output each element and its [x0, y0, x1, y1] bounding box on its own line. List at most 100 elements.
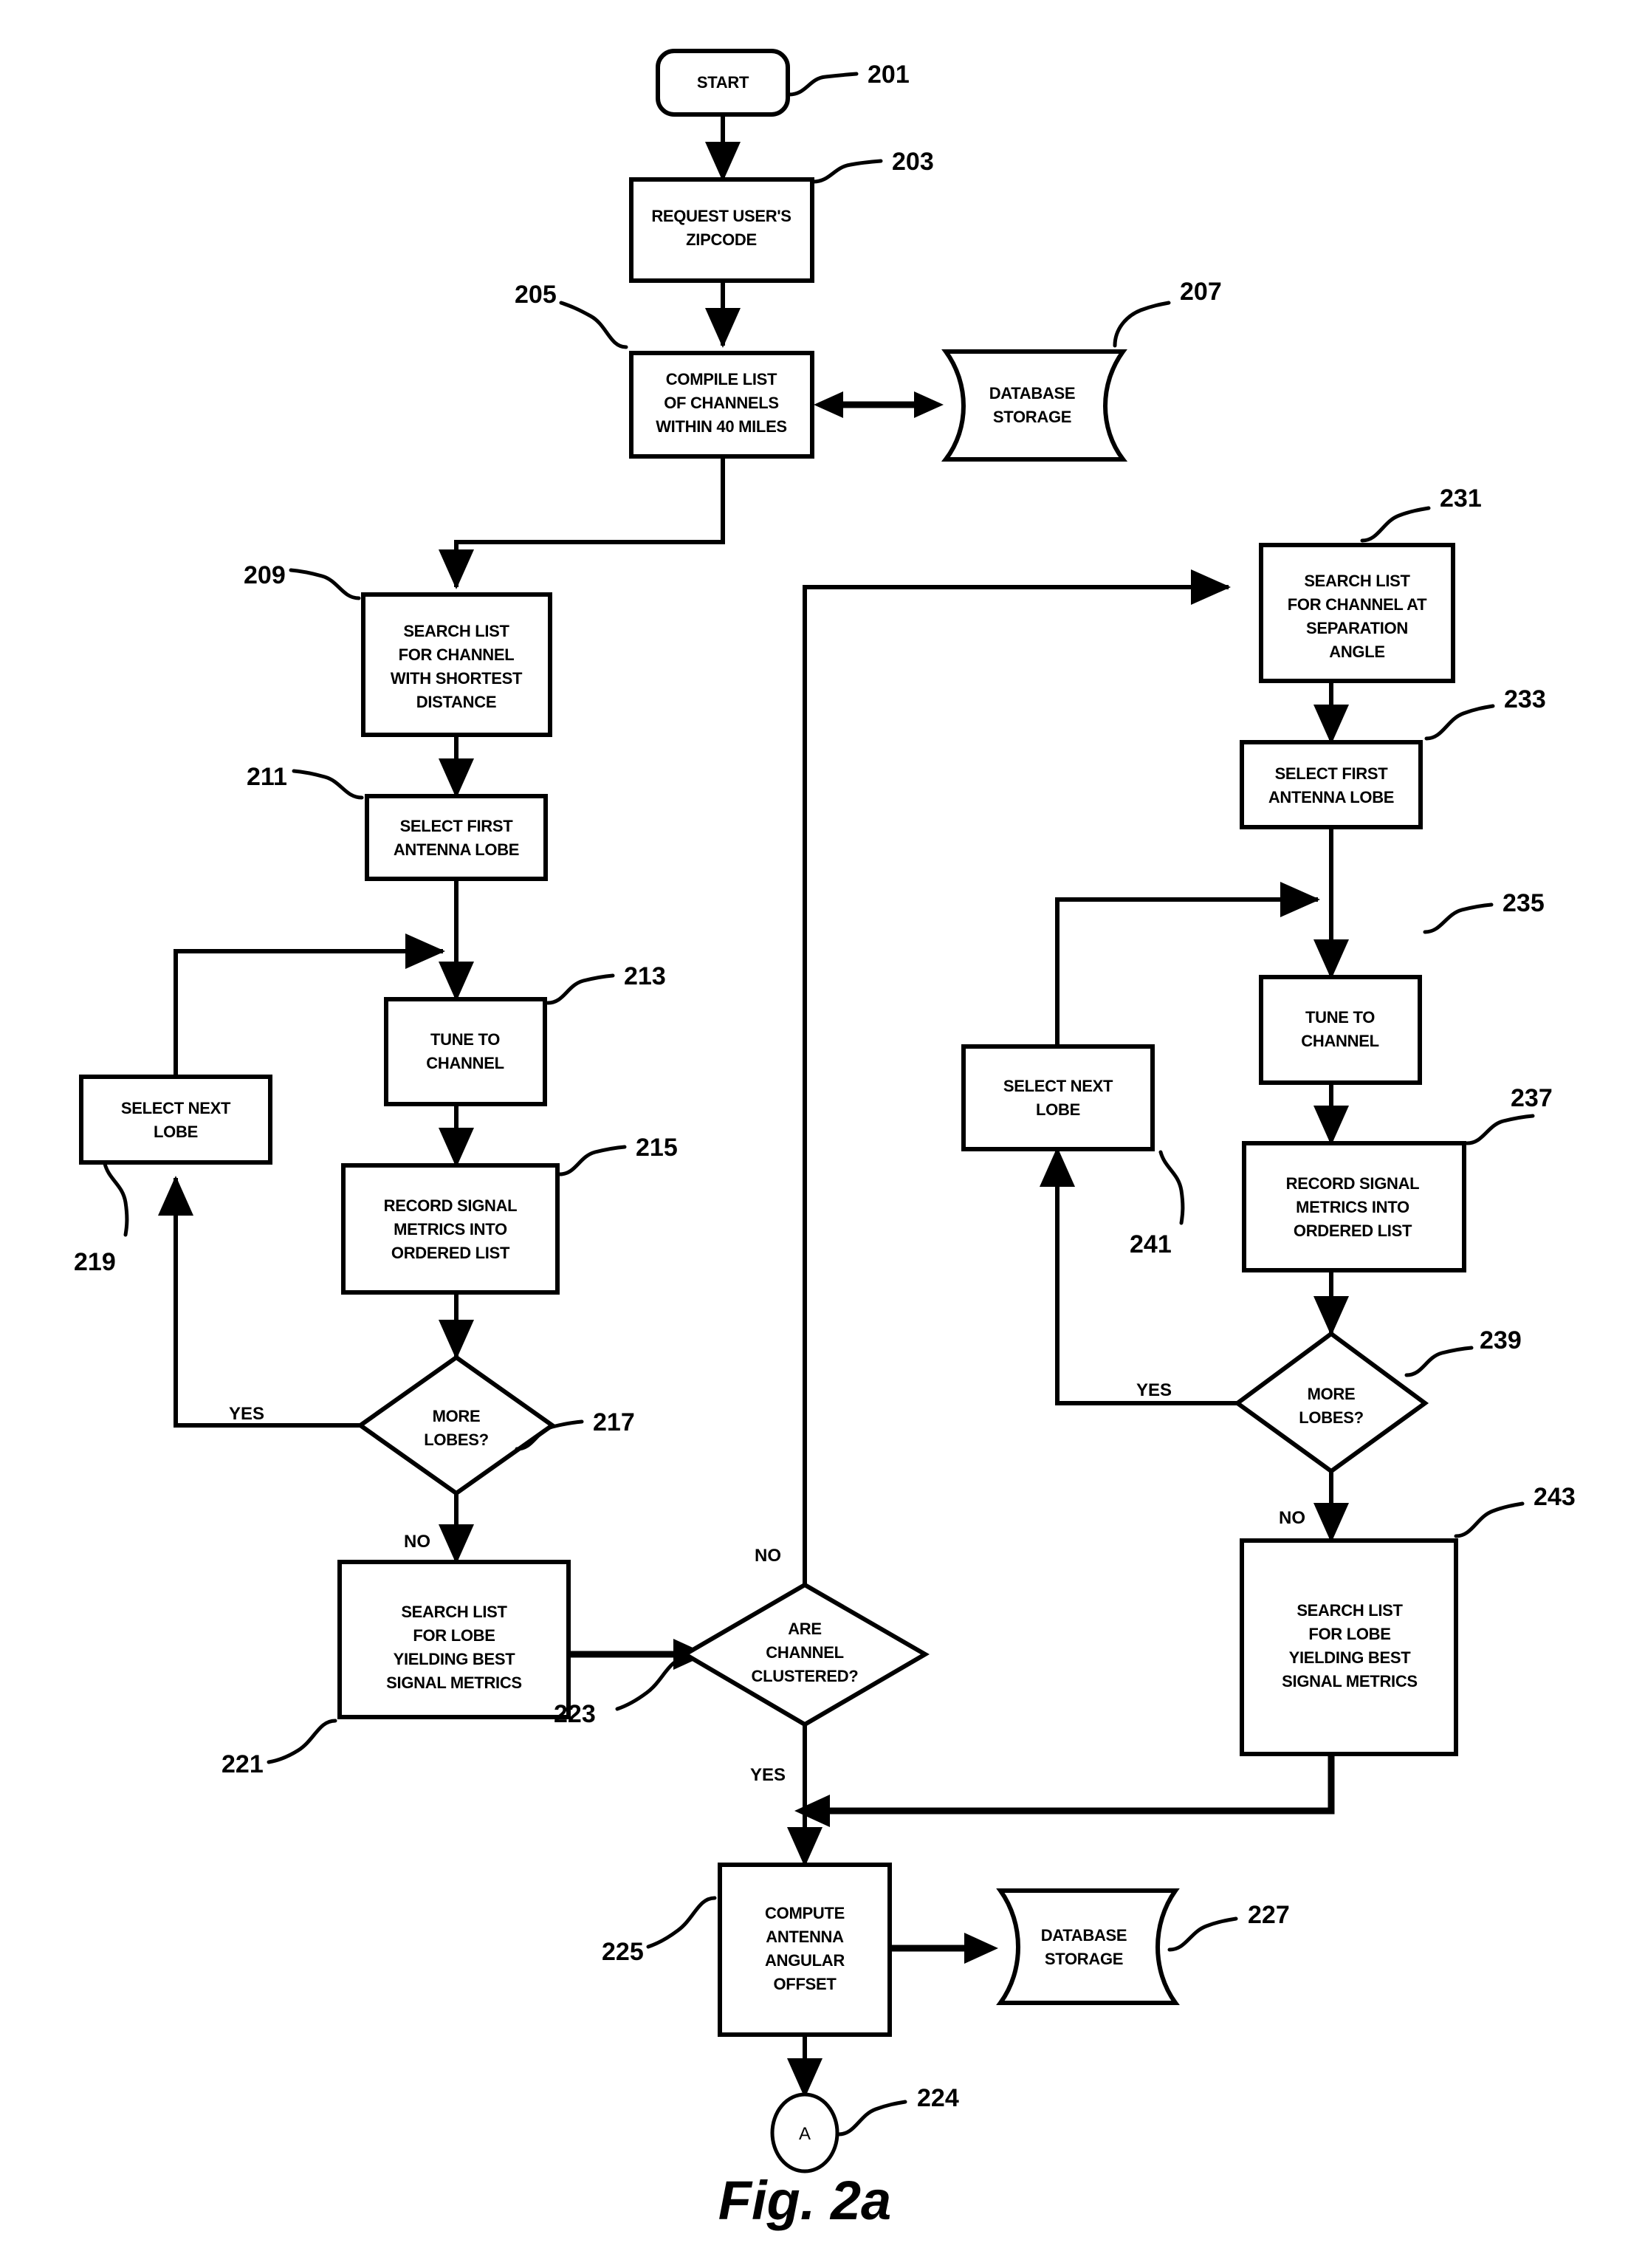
ref-number-211: 211	[247, 763, 287, 791]
node-db-storage-top-line-1: STORAGE	[993, 408, 1071, 426]
node-search-best-left-line-0: SEARCH LIST	[401, 1603, 507, 1621]
connector-search-best-right-to-clustered-yes-arrow	[794, 1795, 830, 1827]
node-tune-channel-right: TUNE TO CHANNEL	[1259, 975, 1422, 1085]
node-more-lobes-right-line-1: LOBES?	[1299, 1408, 1363, 1427]
node-record-metrics-left-line-1: METRICS INTO	[394, 1220, 507, 1239]
ref-number-225: 225	[602, 1938, 644, 1966]
leader-241	[1158, 1150, 1185, 1225]
connector-compute-offset-to-db-arrow	[964, 1933, 998, 1964]
node-compile-list-line-1: OF CHANNELS	[664, 394, 779, 412]
node-search-shortest-line-3: DISTANCE	[416, 693, 496, 711]
node-request-zip: REQUEST USER'S ZIPCODE	[629, 177, 814, 283]
node-search-separation-line-0: SEARCH LIST	[1304, 572, 1410, 590]
node-tune-channel-right-line-0: TUNE TO	[1305, 1008, 1375, 1027]
node-search-best-left-line-2: YIELDING BEST	[394, 1650, 516, 1668]
ref-number-243: 243	[1534, 1483, 1576, 1511]
node-more-lobes-left: MORE LOBES?	[356, 1354, 557, 1496]
ref-number-205: 205	[515, 281, 557, 309]
node-select-next-lobe-right: SELECT NEXT LOBE	[961, 1044, 1155, 1151]
node-record-metrics-left-line-0: RECORD SIGNAL	[384, 1196, 518, 1215]
node-select-first-lobe-left-shape	[365, 794, 548, 881]
branch-label-more-lobes-left-no: NO	[404, 1532, 430, 1552]
node-compute-offset: COMPUTE ANTENNA ANGULAR OFFSET	[718, 1863, 892, 2037]
ref-number-219: 219	[74, 1248, 116, 1276]
node-record-metrics-right-line-1: METRICS INTO	[1296, 1198, 1409, 1216]
ref-number-209: 209	[244, 561, 286, 589]
ref-number-203: 203	[892, 148, 934, 176]
node-compute-offset-line-3: OFFSET	[774, 1975, 837, 1993]
node-record-metrics-left-line-2: ORDERED LIST	[391, 1244, 510, 1262]
ref-number-201: 201	[868, 61, 910, 89]
connector-search-best-right-to-clustered-yes-line	[827, 1754, 1335, 1815]
node-db-storage-bottom: DATABASE STORAGE	[996, 1888, 1180, 2005]
leader-231	[1360, 506, 1431, 543]
ref-number-217: 217	[593, 1408, 635, 1436]
leader-205	[559, 301, 628, 349]
node-more-lobes-left-line-1: LOBES?	[424, 1431, 488, 1449]
node-request-zip-line-0: REQUEST USER'S	[651, 207, 791, 225]
leader-239	[1404, 1346, 1474, 1377]
patent-figure-page: START REQUEST USER'S ZIPCODE COMPILE LIS…	[0, 0, 1645, 2268]
leader-211	[292, 769, 364, 800]
node-search-shortest-shape	[361, 592, 552, 737]
node-compile-list-line-0: COMPILE LIST	[666, 370, 777, 388]
ref-number-233: 233	[1504, 685, 1546, 713]
leader-203	[811, 159, 883, 184]
node-select-first-lobe-left-line-1: ANTENNA LOBE	[394, 840, 519, 859]
node-db-storage-bottom-line-0: DATABASE	[1041, 1926, 1127, 1945]
node-search-best-right: SEARCH LIST FOR LOBE YIELDING BEST SIGNA…	[1240, 1538, 1458, 1756]
ref-number-221: 221	[221, 1750, 264, 1778]
ref-number-231: 231	[1440, 484, 1482, 513]
ref-number-213: 213	[624, 962, 666, 990]
node-tune-channel-left-shape	[384, 997, 547, 1106]
node-tune-channel-right-shape	[1259, 975, 1422, 1085]
node-tune-channel-right-line-1: CHANNEL	[1301, 1032, 1378, 1050]
node-record-metrics-right-line-0: RECORD SIGNAL	[1286, 1174, 1420, 1193]
leader-233	[1424, 704, 1495, 741]
leader-224	[837, 2100, 907, 2137]
ref-number-215: 215	[636, 1134, 678, 1162]
node-channels-clustered-line-1: CHANNEL	[766, 1643, 843, 1662]
branch-label-more-lobes-left-yes: YES	[229, 1404, 264, 1424]
node-more-lobes-right-line-0: MORE	[1308, 1385, 1356, 1403]
node-search-separation-line-3: ANGLE	[1329, 643, 1385, 661]
node-select-first-lobe-left: SELECT FIRST ANTENNA LOBE	[365, 794, 548, 881]
node-select-next-lobe-right-shape	[961, 1044, 1155, 1151]
connector-compile-list-db-arrow-right	[914, 391, 944, 418]
node-select-next-lobe-left-shape	[79, 1075, 272, 1165]
branch-label-more-lobes-right-no: NO	[1279, 1508, 1305, 1528]
node-compute-offset-line-0: COMPUTE	[765, 1904, 845, 1922]
node-search-best-left-line-1: FOR LOBE	[413, 1626, 495, 1645]
branch-label-clustered-no: NO	[755, 1546, 781, 1566]
ref-number-207: 207	[1180, 278, 1222, 306]
node-compile-list-line-2: WITHIN 40 MILES	[656, 417, 787, 436]
leader-243	[1454, 1501, 1525, 1538]
node-tune-channel-left-line-1: CHANNEL	[426, 1054, 504, 1072]
node-select-next-lobe-left-line-1: LOBE	[154, 1123, 198, 1141]
ref-number-241: 241	[1130, 1230, 1172, 1258]
leader-207	[1113, 301, 1171, 348]
node-search-best-right-line-3: SIGNAL METRICS	[1282, 1672, 1418, 1690]
leader-215	[557, 1145, 627, 1176]
node-search-shortest-line-1: FOR CHANNEL	[399, 645, 515, 664]
node-record-metrics-right: RECORD SIGNAL METRICS INTO ORDERED LIST	[1242, 1141, 1466, 1272]
node-more-lobes-right: MORE LOBES?	[1233, 1331, 1429, 1474]
node-channels-clustered: ARE CHANNEL CLUSTERED?	[681, 1582, 930, 1727]
node-start: START	[656, 49, 790, 117]
leader-213	[546, 973, 615, 1005]
leader-225	[646, 1896, 717, 1949]
node-more-lobes-left-line-0: MORE	[433, 1407, 481, 1425]
node-search-shortest-line-2: WITH SHORTEST	[391, 669, 523, 688]
figure-caption: Fig. 2a	[718, 2170, 891, 2231]
ref-number-227: 227	[1248, 1901, 1290, 1929]
node-start-line-0: START	[697, 73, 749, 92]
node-record-metrics-right-line-2: ORDERED LIST	[1294, 1222, 1412, 1240]
node-search-shortest: SEARCH LIST FOR CHANNEL WITH SHORTEST DI…	[361, 592, 552, 737]
ref-number-224: 224	[917, 2084, 959, 2112]
ref-number-239: 239	[1480, 1326, 1522, 1354]
node-channels-clustered-line-0: ARE	[788, 1620, 822, 1638]
node-select-first-lobe-right-line-1: ANTENNA LOBE	[1268, 788, 1394, 806]
node-select-first-lobe-right: SELECT FIRST ANTENNA LOBE	[1240, 740, 1423, 829]
node-search-best-left-line-3: SIGNAL METRICS	[386, 1673, 522, 1692]
node-request-zip-line-1: ZIPCODE	[686, 230, 757, 249]
